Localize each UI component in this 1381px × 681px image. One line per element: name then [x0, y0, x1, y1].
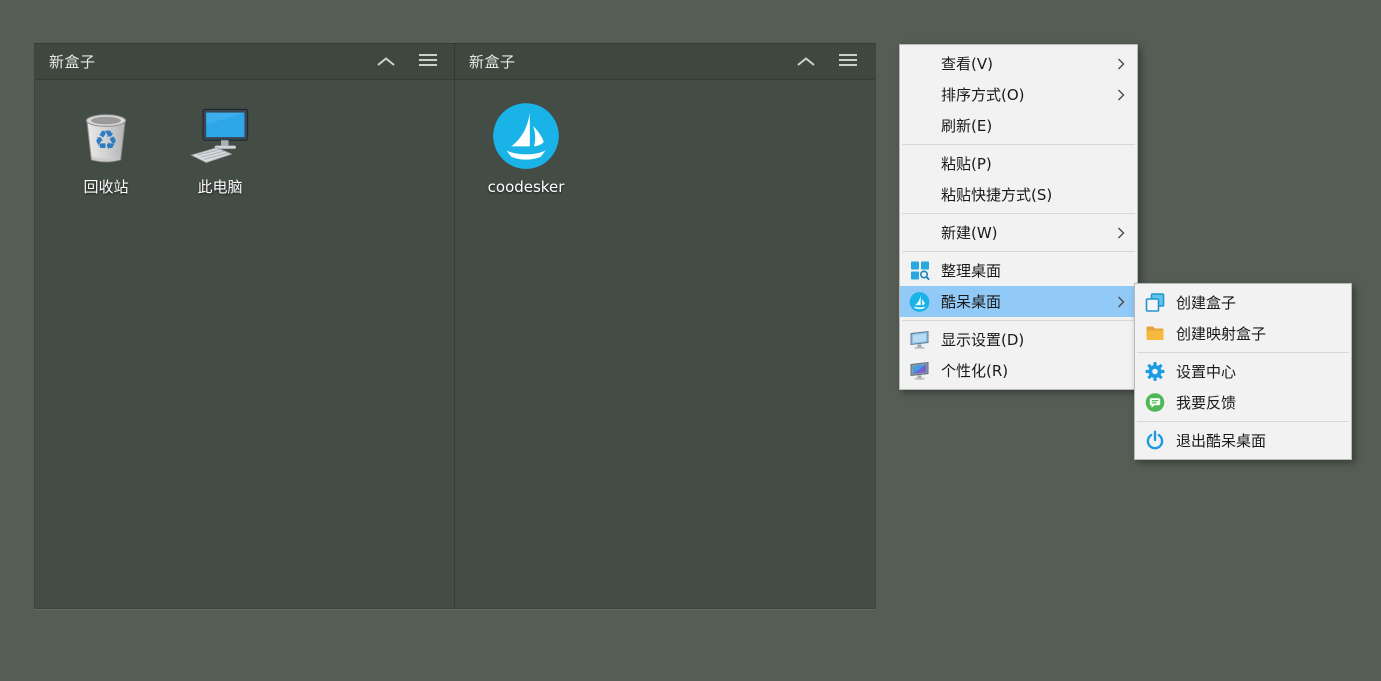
box-header[interactable]: 新盒子 [35, 44, 455, 80]
menu-item-label: 粘贴快捷方式(S) [941, 184, 1052, 205]
menu-item-label: 我要反馈 [1176, 392, 1236, 413]
power-icon [1144, 430, 1165, 451]
box-menu-button[interactable] [835, 49, 861, 75]
menu-item-label: 创建映射盒子 [1176, 323, 1266, 344]
this-pc-icon [184, 98, 256, 174]
menu-separator [902, 320, 1135, 321]
desktop-icon-this-pc[interactable]: 此电脑 [172, 98, 268, 196]
menu-item-label: 整理桌面 [941, 260, 1001, 281]
hamburger-icon [838, 52, 858, 71]
menu-item-label: 显示设置(D) [941, 329, 1024, 350]
context-menu: 查看(V) 排序方式(O) 刷新(E) 粘贴(P) 粘贴快捷方式(S) 新建(W… [899, 44, 1138, 390]
menu-item-organize-desktop[interactable]: 整理桌面 [900, 255, 1137, 286]
folder-icon [1144, 323, 1165, 344]
menu-item-paste-shortcut[interactable]: 粘贴快捷方式(S) [900, 179, 1137, 210]
hamburger-icon [418, 52, 438, 71]
desktop-icon-label: coodesker [488, 178, 565, 196]
menu-item-label: 个性化(R) [941, 360, 1008, 381]
display-settings-icon [909, 329, 930, 350]
chevron-right-icon [1117, 295, 1125, 308]
desktop-icon-recycle-bin[interactable]: ♻ 回收站 [58, 98, 154, 196]
box-menu-button[interactable] [415, 49, 441, 75]
desktop-box-1: 新盒子 [35, 44, 455, 608]
personalize-icon [909, 360, 930, 381]
collapse-box-button[interactable] [793, 49, 819, 75]
menu-separator [1137, 421, 1349, 422]
feedback-icon [1144, 392, 1165, 413]
menu-item-paste[interactable]: 粘贴(P) [900, 148, 1137, 179]
menu-item-feedback[interactable]: 我要反馈 [1135, 387, 1351, 418]
box-title: 新盒子 [469, 51, 793, 72]
coodesker-icon [490, 98, 562, 174]
gear-icon [1144, 361, 1165, 382]
menu-item-label: 粘贴(P) [941, 153, 992, 174]
box-header[interactable]: 新盒子 [455, 44, 875, 80]
menu-item-label: 设置中心 [1176, 361, 1236, 382]
menu-separator [902, 213, 1135, 214]
menu-item-exit-coodesker[interactable]: 退出酷呆桌面 [1135, 425, 1351, 456]
menu-item-label: 退出酷呆桌面 [1176, 430, 1266, 451]
chevron-up-icon [376, 52, 396, 71]
desktop-icon-label: 此电脑 [197, 178, 242, 196]
menu-item-label: 查看(V) [941, 53, 993, 74]
menu-item-personalize[interactable]: 个性化(R) [900, 355, 1137, 386]
menu-item-create-box[interactable]: 创建盒子 [1135, 287, 1351, 318]
collapse-box-button[interactable] [373, 49, 399, 75]
desktop-icon-label: 回收站 [83, 178, 128, 196]
menu-item-display-settings[interactable]: 显示设置(D) [900, 324, 1137, 355]
menu-item-label: 酷呆桌面 [941, 291, 1001, 312]
chevron-right-icon [1117, 226, 1125, 239]
menu-item-create-mapped-box[interactable]: 创建映射盒子 [1135, 318, 1351, 349]
menu-item-coodesker[interactable]: 酷呆桌面 [900, 286, 1137, 317]
box-body: coodesker [455, 80, 875, 196]
create-box-icon [1144, 292, 1165, 313]
chevron-up-icon [796, 52, 816, 71]
menu-item-sort-by[interactable]: 排序方式(O) [900, 79, 1137, 110]
organize-desktop-icon [909, 260, 930, 281]
menu-item-view[interactable]: 查看(V) [900, 48, 1137, 79]
coodesker-icon [909, 291, 930, 312]
menu-item-refresh[interactable]: 刷新(E) [900, 110, 1137, 141]
desktop[interactable]: 新盒子 [0, 0, 1381, 681]
desktop-box-2: 新盒子 [455, 44, 875, 608]
menu-item-label: 新建(W) [941, 222, 998, 243]
menu-separator [902, 144, 1135, 145]
menu-item-label: 刷新(E) [941, 115, 992, 136]
menu-separator [902, 251, 1135, 252]
chevron-right-icon [1117, 57, 1125, 70]
menu-separator [1137, 352, 1349, 353]
svg-text:♻: ♻ [94, 125, 118, 156]
chevron-right-icon [1117, 88, 1125, 101]
box-title: 新盒子 [49, 51, 373, 72]
menu-item-label: 创建盒子 [1176, 292, 1236, 313]
recycle-bin-icon: ♻ [70, 98, 142, 174]
menu-item-label: 排序方式(O) [941, 84, 1025, 105]
menu-item-settings-center[interactable]: 设置中心 [1135, 356, 1351, 387]
desktop-icon-coodesker[interactable]: coodesker [478, 98, 574, 196]
menu-item-new[interactable]: 新建(W) [900, 217, 1137, 248]
coodesker-submenu: 创建盒子 创建映射盒子 [1134, 283, 1352, 460]
box-body: ♻ 回收站 [35, 80, 455, 196]
